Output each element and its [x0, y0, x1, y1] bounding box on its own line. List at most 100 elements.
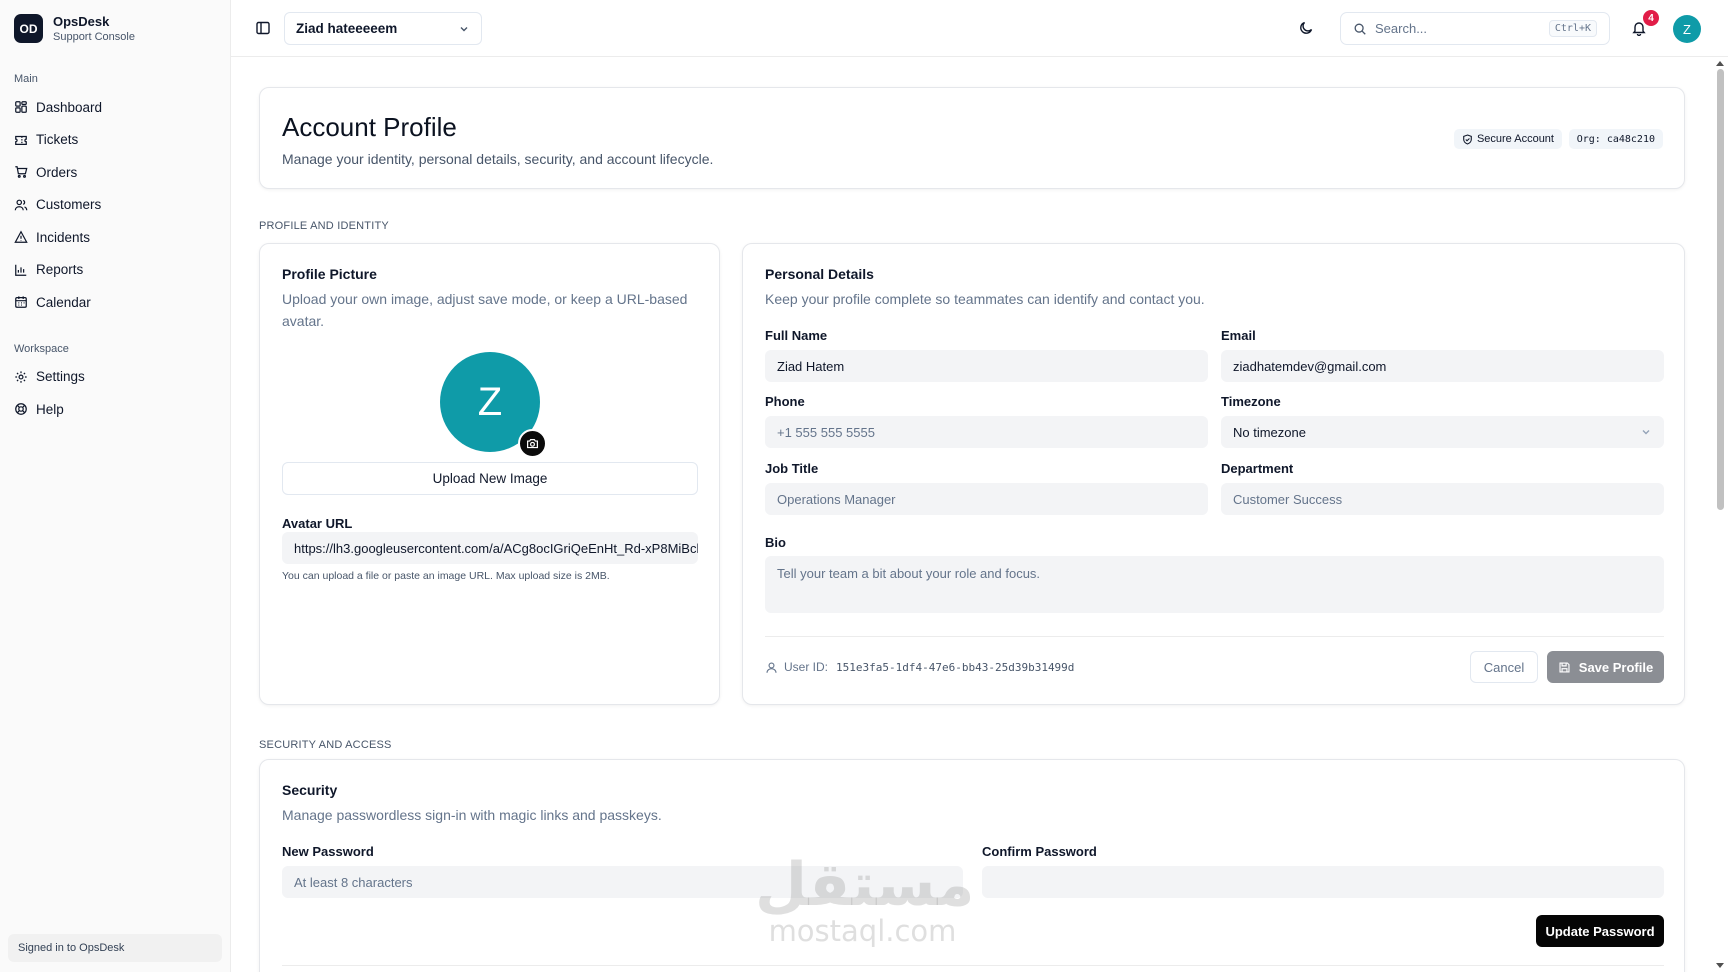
sidebar-item-settings[interactable]: Settings — [0, 361, 230, 394]
cancel-button[interactable]: Cancel — [1470, 651, 1538, 683]
signed-in-status: Signed in to OpsDesk — [8, 934, 222, 962]
department-label: Department — [1221, 461, 1294, 476]
sidebar-item-incidents[interactable]: Incidents — [0, 221, 230, 254]
sidebar-item-reports[interactable]: Reports — [0, 254, 230, 287]
upload-image-button[interactable]: Upload New Image — [282, 462, 698, 495]
sidebar-item-customers[interactable]: Customers — [0, 189, 230, 222]
page-subtitle: Manage your identity, personal details, … — [282, 151, 714, 167]
account-header-card: Account Profile Manage your identity, pe… — [259, 87, 1685, 189]
theme-toggle-moon-icon[interactable] — [1298, 20, 1314, 36]
save-profile-label: Save Profile — [1578, 659, 1654, 675]
sidebar-item-label: Customers — [36, 197, 102, 213]
user-id: User ID: 151e3fa5-1df4-47e6-bb43-25d39b3… — [765, 660, 1074, 674]
sidebar-item-label: Dashboard — [36, 99, 103, 115]
phone-input[interactable]: +1 555 555 5555 — [765, 416, 1208, 448]
section-label-security: SECURITY AND ACCESS — [259, 739, 392, 751]
full-name-input[interactable]: Ziad Hatem — [765, 350, 1208, 382]
avatar-url-input[interactable]: https://lh3.googleusercontent.com/a/ACg8… — [282, 532, 698, 564]
sidebar-item-label: Settings — [36, 369, 85, 385]
profile-picture-title: Profile Picture — [282, 266, 377, 282]
sidebar-item-label: Tickets — [36, 132, 79, 148]
users-icon — [14, 199, 28, 211]
personal-details-card: Personal Details Keep your profile compl… — [742, 243, 1685, 705]
profile-picture-description: Upload your own image, adjust save mode,… — [282, 291, 688, 329]
bio-textarea[interactable]: Tell your team a bit about your role and… — [765, 556, 1664, 613]
security-divider — [282, 965, 1664, 966]
search-input[interactable]: Search... Ctrl+K — [1340, 12, 1610, 45]
section-label-profile: PROFILE AND IDENTITY — [259, 220, 389, 232]
user-icon — [766, 661, 777, 673]
security-title: Security — [282, 782, 338, 798]
brand-name: OpsDesk — [53, 14, 110, 29]
avatar-url-hint: You can upload a file or paste an image … — [282, 570, 610, 582]
sidebar-item-label: Orders — [36, 164, 78, 180]
job-title-label: Job Title — [765, 461, 819, 476]
org-badge: Org: ca48c210 — [1568, 129, 1663, 149]
lifebuoy-icon — [15, 403, 27, 416]
scroll-up-arrow[interactable] — [1716, 61, 1724, 66]
page-title: Account Profile — [282, 112, 457, 142]
confirm-password-label: Confirm Password — [982, 844, 1097, 859]
gear-icon — [15, 371, 27, 383]
phone-label: Phone — [765, 394, 805, 409]
new-password-label: New Password — [282, 844, 374, 859]
ticket-icon — [15, 135, 27, 145]
update-password-button[interactable]: Update Password — [1536, 915, 1664, 947]
user-id-label: User ID: — [784, 660, 829, 674]
timezone-label: Timezone — [1221, 394, 1281, 409]
email-input[interactable]: ziadhatemdev@gmail.com — [1221, 350, 1664, 382]
topbar: Ziad hateeeeem Search... Ctrl+K 4 Z — [231, 0, 1728, 57]
workspace-select-value: Ziad hateeeeem — [296, 21, 398, 36]
calendar-icon — [15, 296, 27, 309]
sidebar-toggle-icon[interactable] — [255, 20, 271, 36]
bar-chart-icon — [15, 264, 27, 276]
timezone-select[interactable]: No timezone — [1221, 416, 1664, 448]
brand-logo: OD — [14, 14, 43, 43]
secure-account-badge: Secure Account — [1453, 129, 1562, 149]
sidebar-item-help[interactable]: Help — [0, 393, 230, 426]
sidebar-item-calendar[interactable]: Calendar — [0, 286, 230, 319]
chevron-down-icon — [1642, 430, 1650, 435]
email-label: Email — [1221, 328, 1256, 343]
department-input[interactable]: Customer Success — [1221, 483, 1664, 515]
user-avatar[interactable]: Z — [1673, 15, 1701, 43]
new-password-input[interactable]: At least 8 characters — [282, 866, 963, 898]
alert-triangle-icon — [14, 230, 28, 244]
sidebar-item-dashboard[interactable]: Dashboard — [0, 91, 230, 124]
details-divider — [765, 636, 1664, 637]
bio-label: Bio — [765, 535, 786, 550]
security-card: Security Manage passwordless sign-in wit… — [259, 759, 1685, 972]
sidebar: OD OpsDesk Support Console Main Dashboar… — [0, 0, 231, 972]
avatar-url-label: Avatar URL — [282, 516, 353, 531]
cart-icon — [15, 166, 28, 179]
search-placeholder: Search... — [1375, 21, 1428, 36]
job-title-input[interactable]: Operations Manager — [765, 483, 1208, 515]
search-icon — [1354, 23, 1366, 35]
sidebar-item-tickets[interactable]: Tickets — [0, 124, 230, 157]
sidebar-item-label: Help — [36, 401, 64, 417]
sidebar-item-label: Incidents — [36, 229, 91, 245]
timezone-value: No timezone — [1233, 424, 1306, 440]
chevron-down-icon — [460, 26, 468, 31]
scroll-down-arrow[interactable] — [1716, 963, 1724, 968]
personal-details-title: Personal Details — [765, 266, 874, 282]
scroll-thumb[interactable] — [1717, 69, 1724, 510]
sidebar-item-orders[interactable]: Orders — [0, 156, 230, 189]
user-id-value: 151e3fa5-1df4-47e6-bb43-25d39b31499d — [836, 660, 1075, 674]
shield-icon — [1463, 133, 1472, 145]
full-name-label: Full Name — [765, 328, 828, 343]
security-description: Manage passwordless sign-in with magic l… — [282, 807, 662, 823]
change-photo-button[interactable] — [518, 429, 547, 458]
secure-account-label: Secure Account — [1476, 133, 1554, 145]
sidebar-item-label: Reports — [36, 262, 84, 278]
save-icon — [1559, 661, 1570, 673]
save-profile-button[interactable]: Save Profile — [1547, 651, 1664, 683]
brand[interactable]: OD OpsDesk Support Console — [0, 0, 230, 57]
personal-details-description: Keep your profile complete so teammates … — [765, 291, 1205, 307]
page-scrollbar[interactable] — [1712, 57, 1728, 972]
confirm-password-input[interactable] — [982, 866, 1664, 898]
nav-section-main: Main — [14, 73, 38, 85]
notification-badge: 4 — [1643, 10, 1659, 26]
layout-grid-icon — [15, 101, 27, 114]
workspace-select[interactable]: Ziad hateeeeem — [284, 12, 482, 45]
